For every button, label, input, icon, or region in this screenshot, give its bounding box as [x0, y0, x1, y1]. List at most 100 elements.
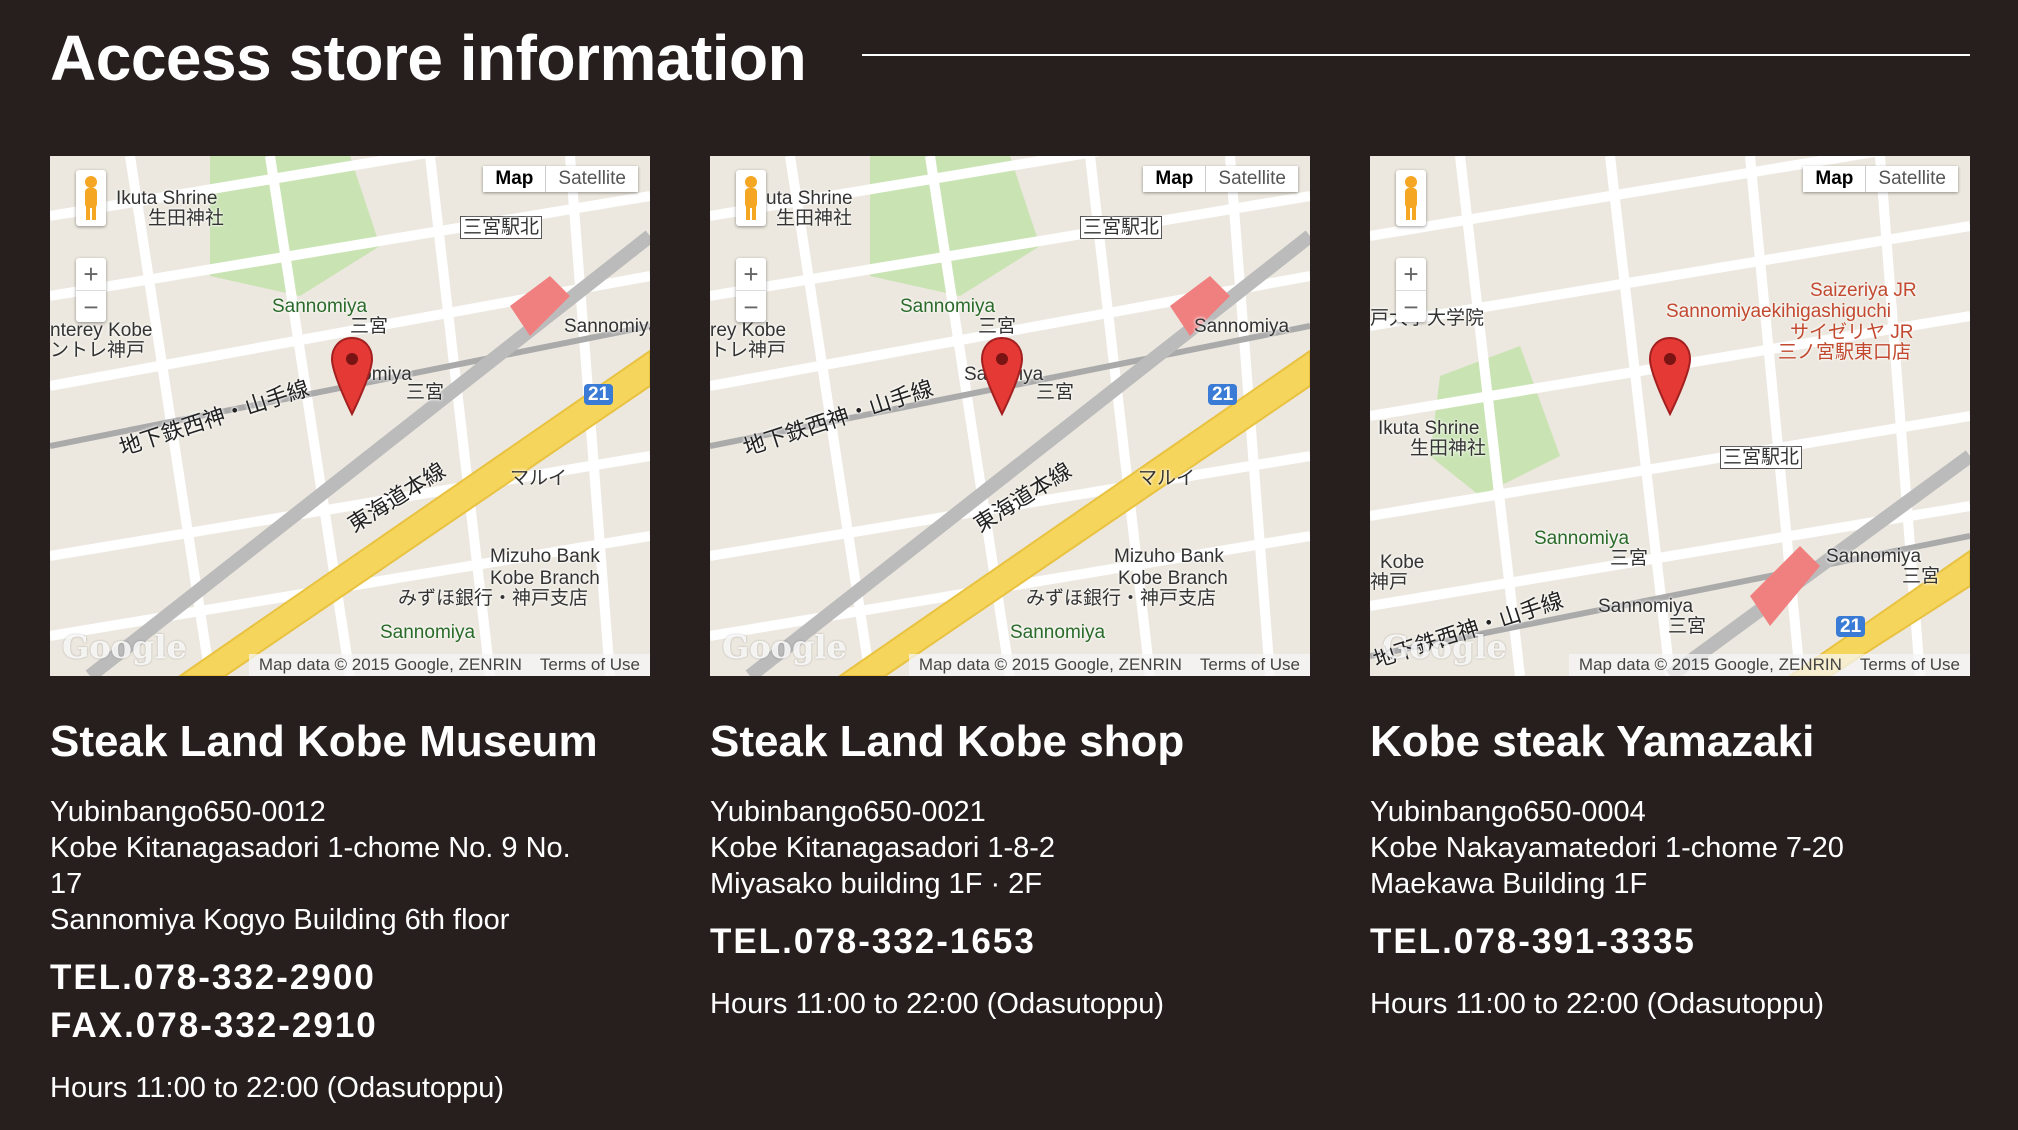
map-label: Mizuho Bank [490, 546, 600, 567]
map-label: 神戸 [1370, 572, 1409, 593]
map-label: Ikuta Shrine [1378, 418, 1480, 439]
map-label: 三宮駅北 [1080, 216, 1163, 239]
terms-of-use-link[interactable]: Terms of Use [1860, 654, 1960, 676]
map-label: Sannomiya [900, 296, 996, 317]
map-label: トレ神戸 [710, 340, 787, 361]
map-label: uta Shrine [766, 188, 853, 209]
route-shield: 21 [584, 384, 614, 405]
map-attribution: Map data © 2015 Google, ZENRIN Terms of … [908, 654, 1310, 676]
map-label: Mizuho Bank [1114, 546, 1224, 567]
map-label: 三宮 [1668, 616, 1707, 637]
map-type-control: Map Satellite [1803, 166, 1958, 192]
map-type-map-button[interactable]: Map [1143, 166, 1207, 192]
store-address: Yubinbango650-0004 Kobe Nakayamatedori 1… [1370, 794, 1970, 902]
map-label: Kobe Branch [490, 568, 600, 589]
address-line: Sannomiya Kogyo Building 6th floor [50, 904, 510, 936]
map-label: サイゼリヤ JR [1790, 322, 1914, 343]
map-label: Sannomiya [380, 622, 476, 643]
map-label: 三ノ宮駅東口店 [1778, 342, 1912, 363]
map-label: Sannomiya [272, 296, 368, 317]
zoom-out-button[interactable]: − [736, 291, 766, 323]
postal-code: Yubinbango650-0004 [1370, 796, 1646, 828]
map-attribution: Map data © 2015 Google, ZENRIN Terms of … [1568, 654, 1970, 676]
store-address: Yubinbango650-0012 Kobe Kitanagasadori 1… [50, 794, 650, 938]
postal-code: Yubinbango650-0021 [710, 796, 986, 828]
map-type-satellite-button[interactable]: Satellite [546, 166, 638, 192]
map-type-map-button[interactable]: Map [483, 166, 547, 192]
zoom-out-button[interactable]: − [1396, 291, 1426, 323]
store-map[interactable]: uta Shrine 生田神社 三宮駅北 Sannomiya 三宮 rey Ko… [710, 156, 1310, 676]
route-shield: 21 [1208, 384, 1238, 405]
address-line: Miyasako building 1F · 2F [710, 868, 1043, 900]
terms-of-use-link[interactable]: Terms of Use [1200, 654, 1300, 676]
store-phone[interactable]: TEL.078-332-1653 [710, 918, 1310, 966]
map-label: 三宮駅北 [460, 216, 543, 239]
zoom-in-button[interactable]: + [1396, 258, 1426, 291]
map-label: マルイ [1138, 468, 1196, 489]
map-label: rey Kobe [710, 320, 787, 341]
map-label: 三宮 [1610, 548, 1649, 569]
map-attribution: Map data © 2015 Google, ZENRIN Terms of … [248, 654, 650, 676]
store-card-shop: uta Shrine 生田神社 三宮駅北 Sannomiya 三宮 rey Ko… [710, 156, 1310, 1022]
store-card-yamazaki: Saizeriya JR Sannomiyaekihigashiguchi サイ… [1370, 156, 1970, 1022]
store-map[interactable]: Saizeriya JR Sannomiyaekihigashiguchi サイ… [1370, 156, 1970, 676]
store-hours: Hours 11:00 to 22:00 (Odasutoppu) [50, 1072, 505, 1104]
store-name: Steak Land Kobe shop [710, 717, 1185, 766]
map-type-satellite-button[interactable]: Satellite [1866, 166, 1958, 192]
address-line: Maekawa Building 1F [1370, 868, 1648, 900]
location-pin-icon[interactable] [980, 336, 1024, 416]
address-line: 17 [50, 868, 83, 900]
zoom-controls: + − [76, 258, 106, 322]
street-view-pegman-icon[interactable] [736, 170, 766, 226]
zoom-in-button[interactable]: + [76, 258, 106, 291]
store-fax: FAX.078-332-2910 [50, 1006, 378, 1045]
terms-of-use-link[interactable]: Terms of Use [540, 654, 640, 676]
map-label: 生田神社 [148, 208, 225, 229]
map-label: 三宮 [406, 382, 445, 403]
map-label: Kobe Branch [1118, 568, 1228, 589]
zoom-in-button[interactable]: + [736, 258, 766, 291]
store-address: Yubinbango650-0021 Kobe Kitanagasadori 1… [710, 794, 1310, 902]
store-hours: Hours 11:00 to 22:00 (Odasutoppu) [1370, 988, 1825, 1020]
map-data-credit: Map data © 2015 Google, ZENRIN [1578, 655, 1842, 674]
address-line: Kobe Nakayamatedori 1-chome 7-20 [1370, 832, 1844, 864]
map-label: Sannomiya [1534, 528, 1630, 549]
map-label: Ikuta Shrine [116, 188, 218, 209]
google-logo[interactable]: Google [722, 628, 847, 666]
map-label: みずほ銀行・神戸支店 [1026, 588, 1217, 609]
location-pin-icon[interactable] [1648, 336, 1692, 416]
map-label: 三宮 [978, 316, 1017, 337]
store-phone[interactable]: TEL.078-391-3335 [1370, 918, 1970, 966]
store-hours: Hours 11:00 to 22:00 (Odasutoppu) [710, 988, 1165, 1020]
map-label: 三宮駅北 [1720, 446, 1803, 469]
map-label: Sannomiya [1826, 546, 1922, 567]
map-type-control: Map Satellite [1143, 166, 1298, 192]
postal-code: Yubinbango650-0012 [50, 796, 326, 828]
map-data-credit: Map data © 2015 Google, ZENRIN [258, 655, 522, 674]
street-view-pegman-icon[interactable] [76, 170, 106, 226]
map-type-control: Map Satellite [483, 166, 638, 192]
map-label: 三宮 [350, 316, 389, 337]
zoom-out-button[interactable]: − [76, 291, 106, 323]
map-label: マルイ [510, 468, 568, 489]
page-header: Access store information [50, 18, 1970, 98]
google-logo[interactable]: Google [1382, 628, 1507, 666]
address-line: Kobe Kitanagasadori 1-8-2 [710, 832, 1056, 864]
map-type-satellite-button[interactable]: Satellite [1206, 166, 1298, 192]
header-divider [862, 54, 1970, 56]
street-view-pegman-icon[interactable] [1396, 170, 1426, 226]
store-map[interactable]: Ikuta Shrine 生田神社 三宮駅北 Sannomiya 三宮 nter… [50, 156, 650, 676]
address-line: Kobe Kitanagasadori 1-chome No. 9 No. [50, 832, 571, 864]
map-label: みずほ銀行・神戸支店 [398, 588, 589, 609]
store-name: Kobe steak Yamazaki [1370, 717, 1815, 766]
store-phone[interactable]: TEL.078-332-2900 [50, 954, 650, 1002]
map-label: Sannomiya [1194, 316, 1290, 337]
map-type-map-button[interactable]: Map [1803, 166, 1867, 192]
store-card-museum: Ikuta Shrine 生田神社 三宮駅北 Sannomiya 三宮 nter… [50, 156, 650, 1106]
map-label: Sannomiyaekihigashiguchi [1666, 301, 1891, 322]
location-pin-icon[interactable] [330, 336, 374, 416]
zoom-controls: + − [736, 258, 766, 322]
map-label: ントレ神戸 [50, 340, 146, 361]
zoom-controls: + − [1396, 258, 1426, 322]
google-logo[interactable]: Google [62, 628, 187, 666]
